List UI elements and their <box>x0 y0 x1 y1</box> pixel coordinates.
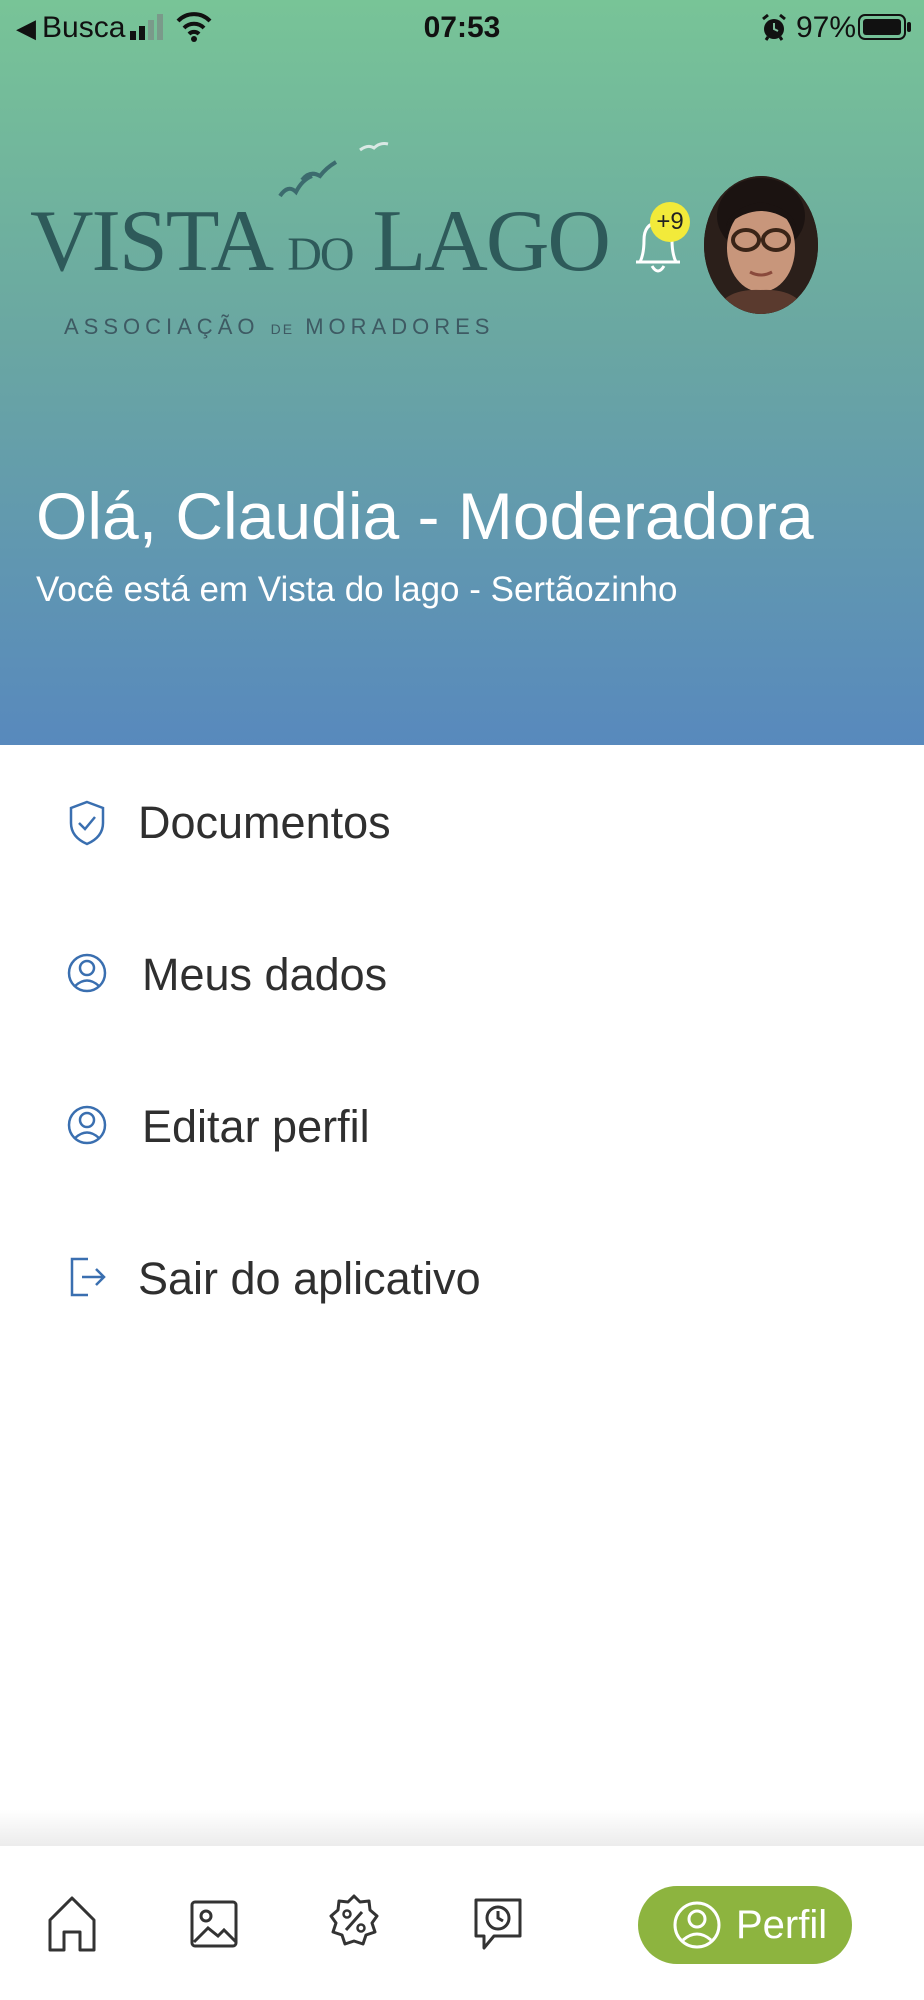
logout-icon <box>70 1257 106 1297</box>
chat-clock-icon[interactable] <box>472 1892 524 1954</box>
bottom-nav: Perfil <box>0 1846 924 2000</box>
status-bar: ◀ Busca 07:53 97% <box>0 0 924 56</box>
user-circle-icon <box>67 953 107 993</box>
discount-badge-icon[interactable] <box>328 1892 380 1954</box>
battery-percentage: 97% <box>796 11 857 44</box>
avatar[interactable] <box>704 176 818 314</box>
logo-sub-de: DE <box>270 321 295 337</box>
logo-sub-moradores: MORADORES <box>305 314 495 339</box>
menu-item-sair[interactable]: Sair do aplicativo <box>0 1201 924 1321</box>
profile-icon <box>673 1901 721 1949</box>
logo-sub-associacao: ASSOCIAÇÃO <box>64 314 260 339</box>
bottom-nav-shadow <box>0 1810 924 1846</box>
logo-subtitle: ASSOCIAÇÃO DE MORADORES <box>64 314 494 340</box>
location-subtitle: Você está em Vista do lago - Sertãozinho <box>36 570 678 609</box>
menu-item-label: Meus dados <box>142 949 388 1000</box>
home-icon[interactable] <box>46 1892 98 1954</box>
alarm-icon <box>762 13 786 41</box>
gallery-icon[interactable] <box>188 1892 240 1954</box>
menu-item-documentos[interactable]: Documentos <box>0 745 924 865</box>
vista-do-lago-logo: VISTA DO LAGO ASSOCIAÇÃO DE MORADORES <box>30 140 611 355</box>
logo-title: VISTA DO LAGO <box>30 192 611 305</box>
nav-profile-label: Perfil <box>736 1903 828 1947</box>
menu-item-label: Editar perfil <box>142 1101 370 1152</box>
shield-check-icon <box>69 800 105 846</box>
menu-item-label: Documentos <box>138 797 391 848</box>
menu-item-label: Sair do aplicativo <box>138 1253 481 1304</box>
menu-item-meus-dados[interactable]: Meus dados <box>0 897 924 1017</box>
profile-header: ◀ Busca 07:53 97% VISTA DO LAGO ASSOCIAÇ… <box>0 0 924 745</box>
menu-item-editar-perfil[interactable]: Editar perfil <box>0 1049 924 1169</box>
logo-title-vista: VISTA <box>30 193 269 290</box>
user-photo <box>704 176 818 314</box>
logo-title-lago: LAGO <box>372 193 611 290</box>
battery-icon <box>858 14 911 40</box>
nav-profile-button[interactable]: Perfil <box>638 1886 852 1964</box>
greeting-title: Olá, Claudia - Moderadora <box>36 479 814 553</box>
logo-title-do: DO <box>287 228 354 281</box>
notifications-count-badge[interactable]: +9 <box>650 202 690 242</box>
user-circle-icon <box>67 1105 107 1145</box>
